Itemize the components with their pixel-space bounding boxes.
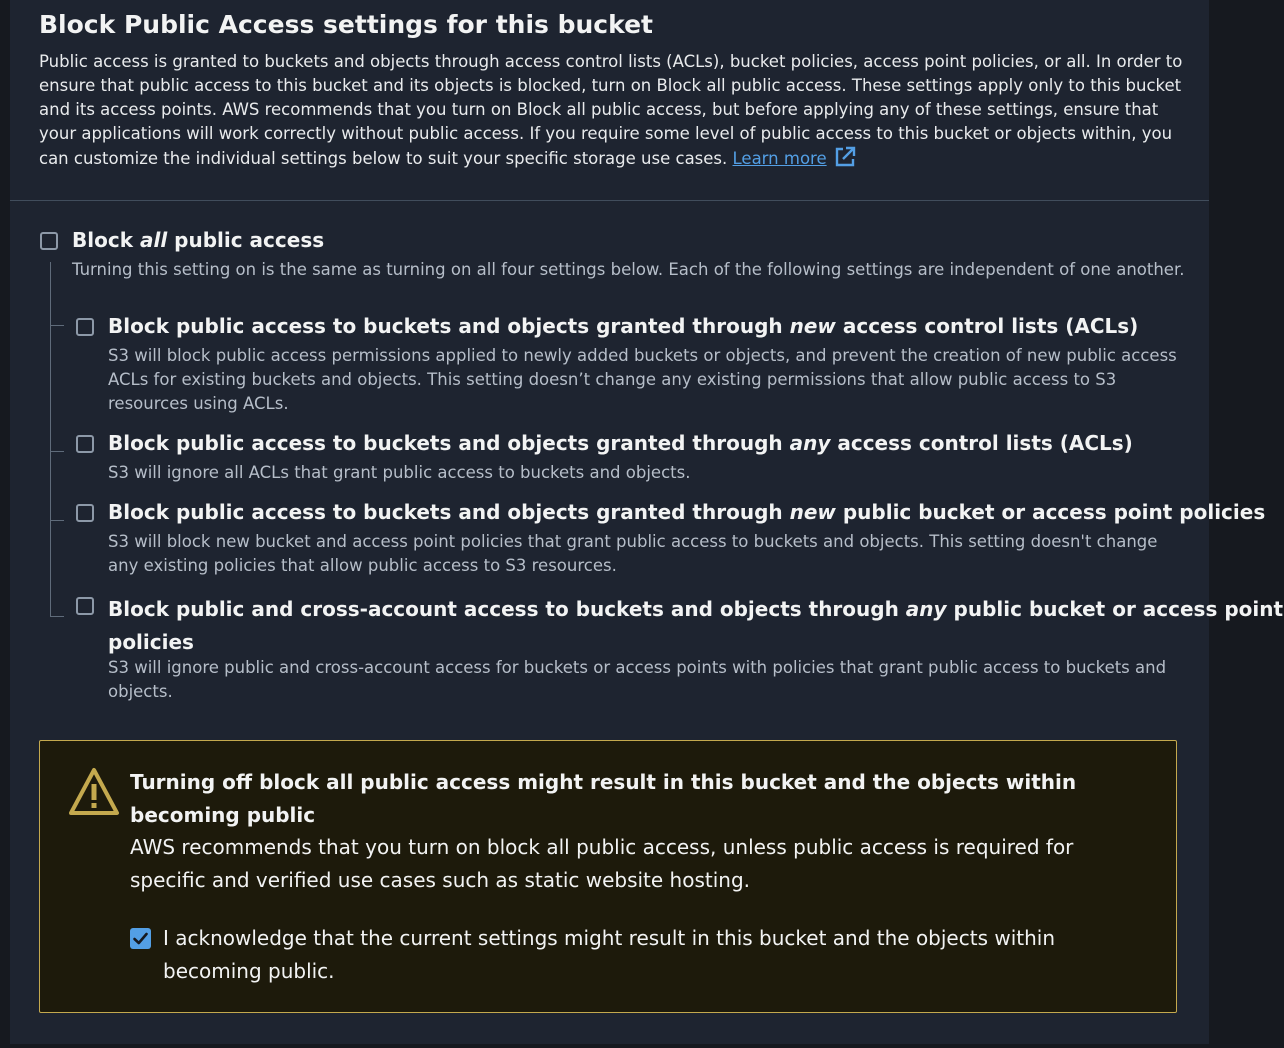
tree-branch xyxy=(50,325,64,326)
label-emphasis: new xyxy=(789,500,836,524)
label-emphasis: any xyxy=(905,597,947,621)
description-text: Public access is granted to buckets and … xyxy=(39,52,1183,168)
label-text: public bucket or access point xyxy=(946,597,1284,621)
label-text: access control lists (ACLs) xyxy=(830,431,1133,455)
warning-title: Turning off block all public access migh… xyxy=(130,770,1077,827)
tree-branch xyxy=(50,616,64,617)
tree-branch xyxy=(50,520,64,521)
checkmark-icon xyxy=(133,932,148,945)
label-text: access control lists (ACLs) xyxy=(835,314,1139,338)
block-all-checkbox[interactable] xyxy=(40,232,58,250)
block-new-acls-description: S3 will block public access permissions … xyxy=(108,346,1177,413)
block-new-policies-label[interactable]: Block public access to buckets and objec… xyxy=(108,500,1265,524)
block-cross-account-label[interactable]: Block public and cross-account access to… xyxy=(108,593,1283,659)
warning-triangle-icon xyxy=(69,768,119,815)
label-text: Block xyxy=(72,228,140,252)
external-link-icon[interactable] xyxy=(834,146,856,168)
tree-branch xyxy=(50,451,64,452)
tree-line xyxy=(50,262,51,617)
label-text: Block public access to buckets and objec… xyxy=(108,500,790,524)
block-cross-account-checkbox[interactable] xyxy=(76,597,94,615)
block-new-acls-checkbox[interactable] xyxy=(76,318,94,336)
block-new-policies-description: S3 will block new bucket and access poin… xyxy=(108,532,1158,575)
learn-more-link[interactable]: Learn more xyxy=(733,149,827,168)
label-text: public access xyxy=(167,228,325,252)
label-text: policies xyxy=(108,630,194,654)
label-text: Block public access to buckets and objec… xyxy=(108,314,790,338)
label-text: Block public access to buckets and objec… xyxy=(108,431,790,455)
section-description: Public access is granted to buckets and … xyxy=(39,50,1189,171)
page-title: Block Public Access settings for this bu… xyxy=(39,10,653,39)
label-text: Block public and cross-account access to… xyxy=(108,597,906,621)
acknowledge-checkbox[interactable] xyxy=(130,928,151,949)
block-any-acls-checkbox[interactable] xyxy=(76,435,94,453)
page-margin xyxy=(1209,0,1284,1048)
label-text: public bucket or access point policies xyxy=(835,500,1266,524)
label-emphasis: any xyxy=(789,431,831,455)
block-all-description: Turning this setting on is the same as t… xyxy=(72,260,1185,279)
block-cross-account-description: S3 will ignore public and cross-account … xyxy=(108,658,1167,701)
block-all-label[interactable]: Block all public access xyxy=(72,228,324,252)
block-any-acls-label[interactable]: Block public access to buckets and objec… xyxy=(108,431,1133,455)
warning-text: AWS recommends that you turn on block al… xyxy=(130,835,1074,892)
label-emphasis: new xyxy=(789,314,836,338)
acknowledge-label[interactable]: I acknowledge that the current settings … xyxy=(163,922,1143,988)
block-any-acls-description: S3 will ignore all ACLs that grant publi… xyxy=(108,463,691,482)
block-new-policies-checkbox[interactable] xyxy=(76,504,94,522)
block-new-acls-label[interactable]: Block public access to buckets and objec… xyxy=(108,314,1138,338)
label-emphasis: all xyxy=(139,228,168,252)
